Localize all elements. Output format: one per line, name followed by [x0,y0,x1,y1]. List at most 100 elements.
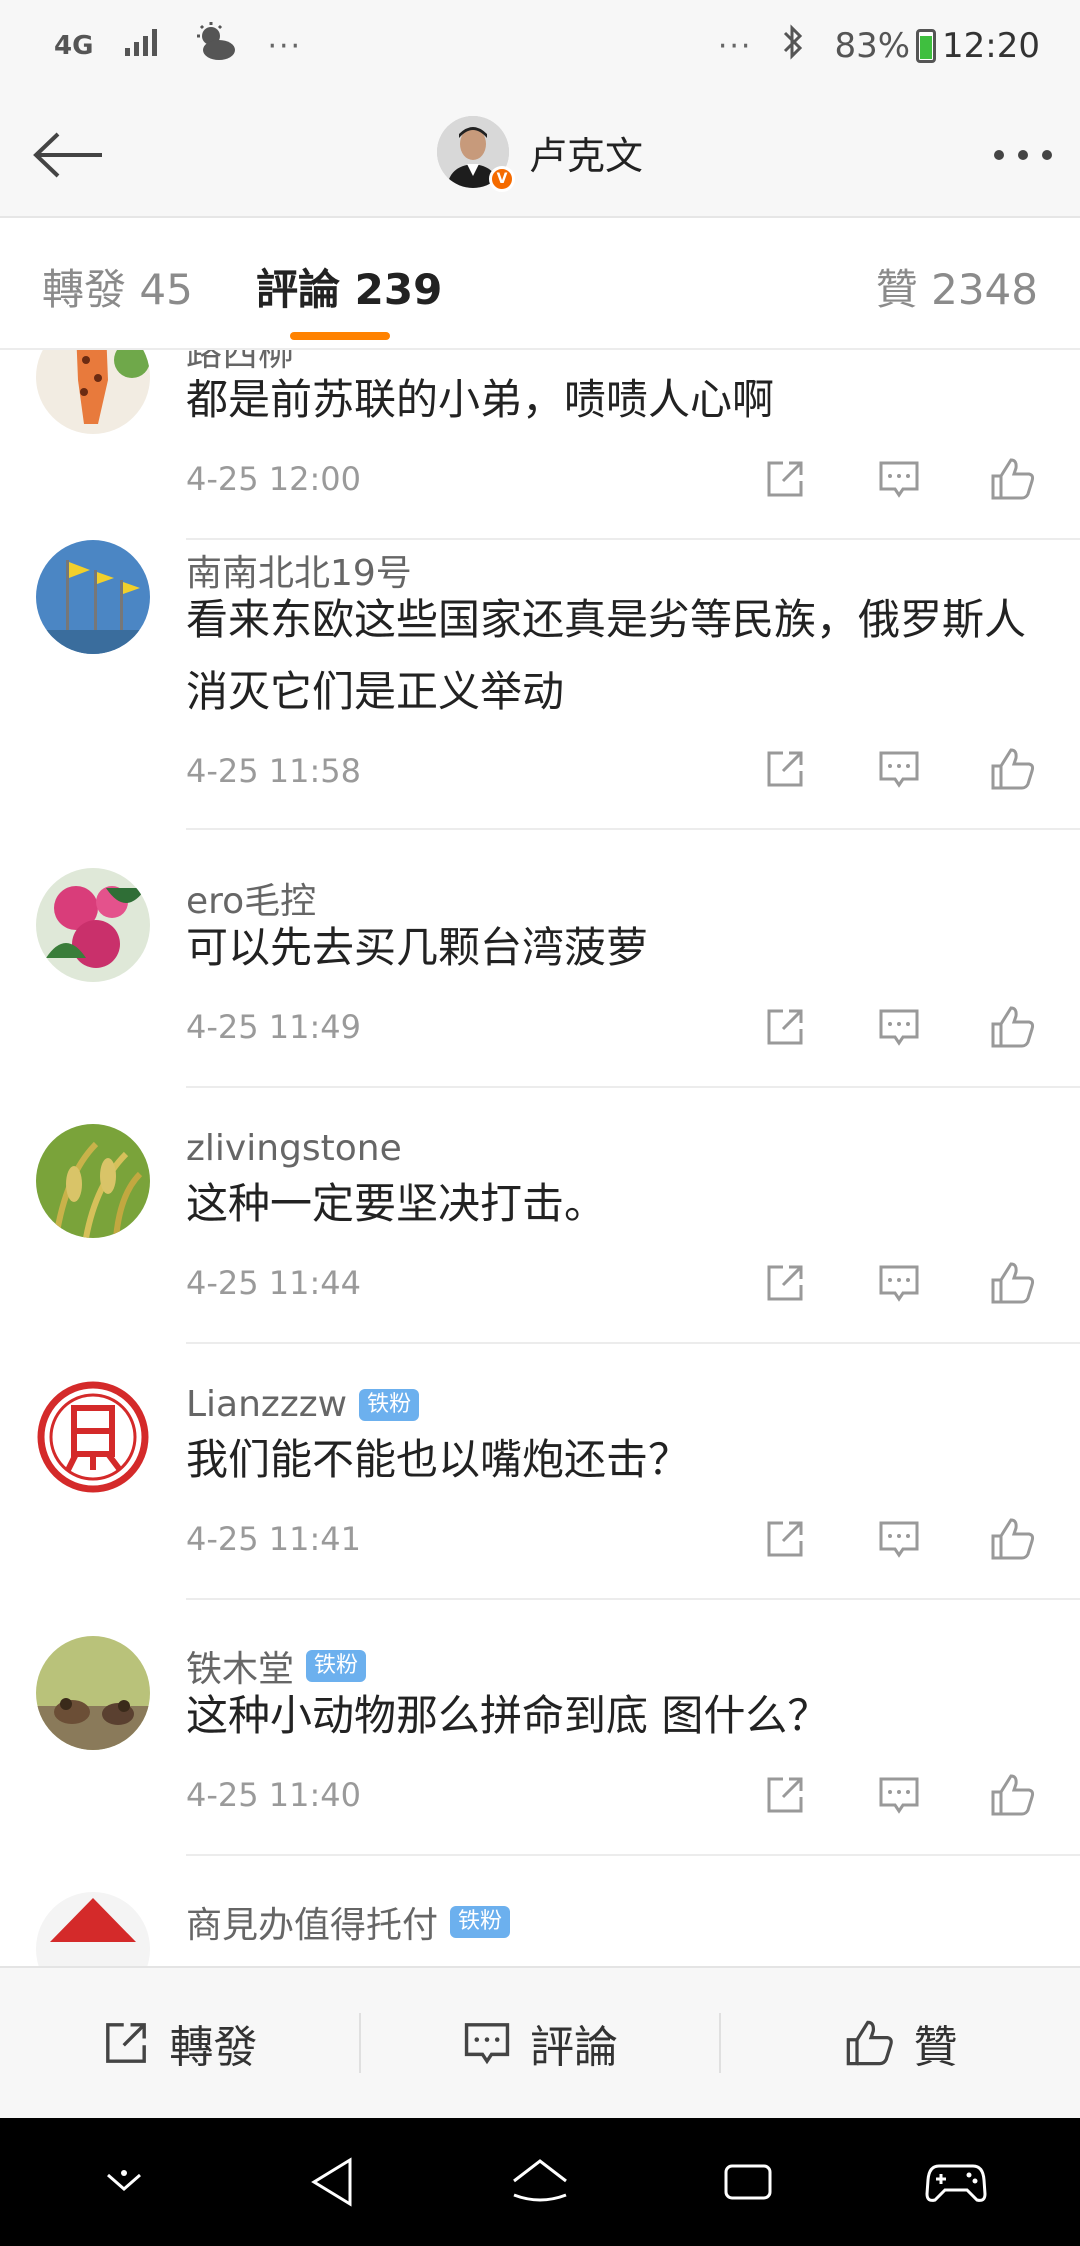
repost-button[interactable] [760,1002,810,1052]
repost-button[interactable] [760,454,810,504]
comment-text: 都是前苏联的小弟，啧啧人心啊 [186,375,775,424]
comment-list[interactable]: 路西柳 都是前苏联的小弟，啧啧人心啊 4-25 12:00 南南北北19号 看来… [0,350,1080,1966]
battery-icon [916,29,937,63]
comment-time: 4-25 11:40 [186,1776,362,1814]
comment-text: 看来东欧这些国家还真是劣等民族，俄罗斯人消灭它们是正义举动 [186,595,1027,716]
thumbs-up-icon [991,1774,1035,1816]
comment-label: 評論 [530,2022,618,2073]
tab-likes[interactable]: 贊 2348 [876,256,1038,317]
like-label: 贊 [913,2022,958,2073]
recents-icon [724,2164,772,2200]
commenter-avatar[interactable] [36,1380,150,1494]
header-avatar[interactable]: V [436,116,515,192]
reply-button[interactable] [874,1514,924,1564]
nav-recents-button[interactable] [708,2142,788,2222]
reply-button[interactable] [874,1002,924,1052]
like-button[interactable] [988,454,1038,504]
thumbs-up-icon [846,2020,893,2066]
commenter-avatar[interactable] [36,350,150,434]
commenter-avatar[interactable] [36,540,150,654]
thumbs-up-icon [991,1006,1035,1048]
tab-bar: 轉發 45 評論 239 贊 2348 [0,218,1080,350]
status-bar: 4G ··· ··· 83% 12:20 [0,0,1080,92]
status-right: ··· 83% 12:20 [717,23,1040,69]
top-header: V 卢克文 [0,92,1080,218]
comment-text: 这种一定要坚决打击。 [186,1179,607,1228]
thumbs-up-icon [991,1262,1035,1304]
like-toolbar-button[interactable]: 贊 [721,1968,1080,2118]
comment-actions [760,744,1038,794]
system-nav-bar [0,2118,1080,2246]
share-icon [767,461,803,497]
like-button[interactable] [988,1258,1038,1308]
share-icon [767,751,803,787]
comment-time: 4-25 11:44 [186,1264,362,1302]
network-indicator: 4G [54,31,94,61]
battery-percent: 83% [834,26,911,66]
divider [186,538,1080,540]
divider [186,1342,1080,1344]
commenter-avatar[interactable] [36,1892,150,1966]
reply-button[interactable] [874,1258,924,1308]
clock: 12:20 [942,26,1040,66]
commenter-name[interactable]: 商見办值得托付 铁粉 [186,1896,511,1948]
commenter-avatar[interactable] [36,1636,150,1750]
comment-text: 我们能不能也以嘴炮还击？ [186,1435,691,1484]
like-button[interactable] [988,1770,1038,1820]
reply-button[interactable] [874,1770,924,1820]
share-icon [767,1009,803,1045]
comment-text: 这种小动物那么拼命到底 图什么？ [186,1691,830,1740]
comment-actions [760,1770,1038,1820]
header-user[interactable]: V 卢克文 [0,116,1080,192]
page-title: 卢克文 [528,133,643,178]
share-icon [767,1777,803,1813]
like-button[interactable] [988,1002,1038,1052]
reply-button[interactable] [874,744,924,794]
comment-time: 4-25 12:00 [186,460,362,498]
like-button[interactable] [988,744,1038,794]
fan-badge: 铁粉 [450,1906,511,1938]
comment-icon [879,461,919,498]
tab-comments[interactable]: 評論 239 [256,256,442,317]
comment-time: 4-25 11:41 [186,1520,362,1558]
weather-icon [193,21,237,71]
fan-badge: 铁粉 [306,1650,367,1682]
nav-game-button[interactable] [916,2142,996,2222]
verified-icon: V [488,166,515,192]
more-status: ··· [717,28,753,64]
nav-back-button[interactable] [292,2142,372,2222]
hide-nav-button[interactable] [84,2142,164,2222]
comment-time: 4-25 11:58 [186,752,362,790]
repost-toolbar-button[interactable]: 轉發 [0,1968,359,2118]
more-notifications: ··· [267,28,303,64]
signal-icon [123,26,163,67]
like-button[interactable] [988,1514,1038,1564]
repost-label: 轉發 [169,2022,258,2073]
share-icon [106,2023,147,2063]
comment-toolbar-button[interactable]: 評論 [361,1968,720,2118]
nav-home-button[interactable] [500,2142,580,2222]
comment-actions [760,1258,1038,1308]
back-triangle-icon [311,2157,352,2207]
tab-reposts[interactable]: 轉發 45 [42,256,193,317]
commenter-avatar[interactable] [36,868,150,982]
fan-badge: 铁粉 [359,1388,420,1421]
home-icon [513,2159,567,2202]
repost-button[interactable] [760,1258,810,1308]
repost-button[interactable] [760,744,810,794]
bottom-toolbar: 轉發 評論 贊 [0,1966,1080,2118]
commenter-avatar[interactable] [36,1124,150,1238]
reply-button[interactable] [874,454,924,504]
repost-button[interactable] [760,1514,810,1564]
chevron-down-icon [107,2170,141,2191]
share-icon [767,1265,803,1301]
commenter-name[interactable]: zlivingstone [186,1128,402,1169]
repost-button[interactable] [760,1770,810,1820]
comment-actions [760,1514,1038,1564]
commenter-name[interactable]: Lianzzzw 铁粉 [186,1384,420,1425]
comment-actions [760,1002,1038,1052]
more-options-button[interactable] [994,132,1052,178]
comment-icon [879,1777,919,1814]
comment-time: 4-25 11:49 [186,1008,362,1046]
share-icon [767,1521,803,1557]
